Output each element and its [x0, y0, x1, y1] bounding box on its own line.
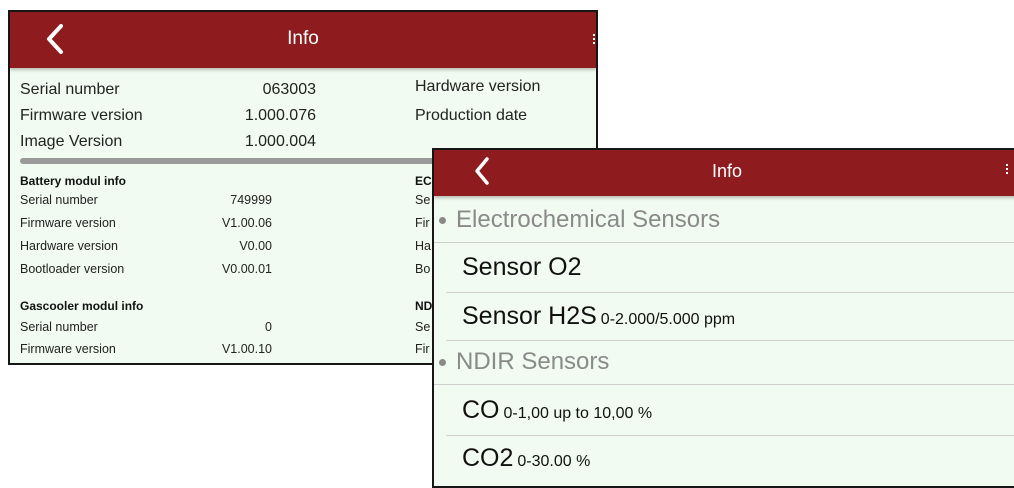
sensor-name: Sensor O2 — [462, 253, 582, 281]
app-bar: Info — [434, 150, 1014, 196]
overflow-menu-button[interactable] — [593, 32, 596, 46]
ndir-row-label: Fir — [415, 342, 430, 356]
sensor-info-screen: Info Electrochemical Sensors Sensor O2 S… — [432, 148, 1014, 488]
overflow-menu-button[interactable] — [1006, 162, 1010, 176]
battery-serial-label: Serial number — [20, 193, 98, 207]
app-bar-title: Info — [287, 28, 319, 49]
battery-serial-value: 749999 — [230, 193, 272, 207]
bullet-icon — [439, 217, 446, 224]
section-title: NDIR Sensors — [456, 348, 610, 375]
gascooler-serial-label: Serial number — [20, 320, 98, 334]
ec-row-label: Fir — [415, 216, 430, 230]
gascooler-module-heading: Gascooler modul info — [20, 299, 144, 313]
ec-row-label: Se — [415, 193, 431, 207]
battery-firmware-value: V1.00.06 — [221, 216, 272, 230]
firmware-version-value: 1.000.076 — [244, 107, 316, 124]
gascooler-firmware-label: Firmware version — [20, 342, 116, 356]
battery-bootloader-label: Bootloader version — [20, 262, 125, 276]
sensor-range: 0-2.000/5.000 ppm — [600, 311, 736, 328]
sensor-range: 0-1,00 up to 10,00 % — [503, 405, 653, 422]
battery-firmware-label: Firmware version — [20, 216, 116, 230]
battery-hardware-label: Hardware version — [20, 239, 118, 253]
image-version-label: Image Version — [20, 133, 123, 150]
battery-bootloader-value: V0.00.01 — [221, 262, 272, 276]
section-header-ndir: NDIR Sensors — [434, 341, 1014, 385]
app-bar: Info — [10, 12, 596, 68]
gascooler-serial-value: 0 — [265, 320, 272, 334]
more-vertical-icon — [593, 34, 595, 36]
gascooler-firmware-value: V1.00.10 — [221, 342, 272, 356]
ec-module-heading: EC — [415, 174, 432, 188]
production-date-label: Production date — [415, 107, 528, 124]
ec-row-label: Bo — [415, 262, 431, 276]
hardware-version-label: Hardware version — [415, 78, 541, 95]
battery-hardware-value: V0.00 — [239, 239, 272, 253]
bullet-icon — [439, 359, 446, 366]
sensor-list-item[interactable]: Sensor O2 — [446, 243, 1014, 293]
image-version-value: 1.000.004 — [244, 133, 316, 150]
sensor-list-item[interactable]: CO2 0-30.00 % — [446, 436, 1014, 486]
sensor-name: CO 0-1,00 up to 10,00 % — [462, 396, 653, 424]
sensor-list-item[interactable]: Sensor H2S 0-2.000/5.000 ppm — [446, 293, 1014, 341]
ec-row-label: Ha — [415, 239, 431, 253]
more-vertical-icon — [1006, 164, 1008, 166]
sensor-range: 0-30.00 % — [517, 453, 591, 470]
section-header-electrochemical: Electrochemical Sensors — [434, 200, 1014, 243]
app-bar-title: Info — [711, 161, 743, 181]
battery-module-heading: Battery modul info — [20, 174, 127, 188]
serial-number-label: Serial number — [20, 81, 120, 98]
section-title: Electrochemical Sensors — [456, 206, 721, 233]
ndir-module-heading: ND — [415, 299, 433, 313]
firmware-version-label: Firmware version — [20, 107, 143, 124]
serial-number-value: 063003 — [262, 81, 316, 98]
sensor-name: Sensor H2S 0-2.000/5.000 ppm — [462, 302, 736, 330]
sensor-list-item[interactable]: CO 0-1,00 up to 10,00 % — [446, 385, 1014, 436]
horizontal-scrollbar[interactable] — [20, 158, 440, 164]
sensor-name: CO2 0-30.00 % — [462, 444, 591, 472]
ndir-row-label: Se — [415, 320, 431, 334]
